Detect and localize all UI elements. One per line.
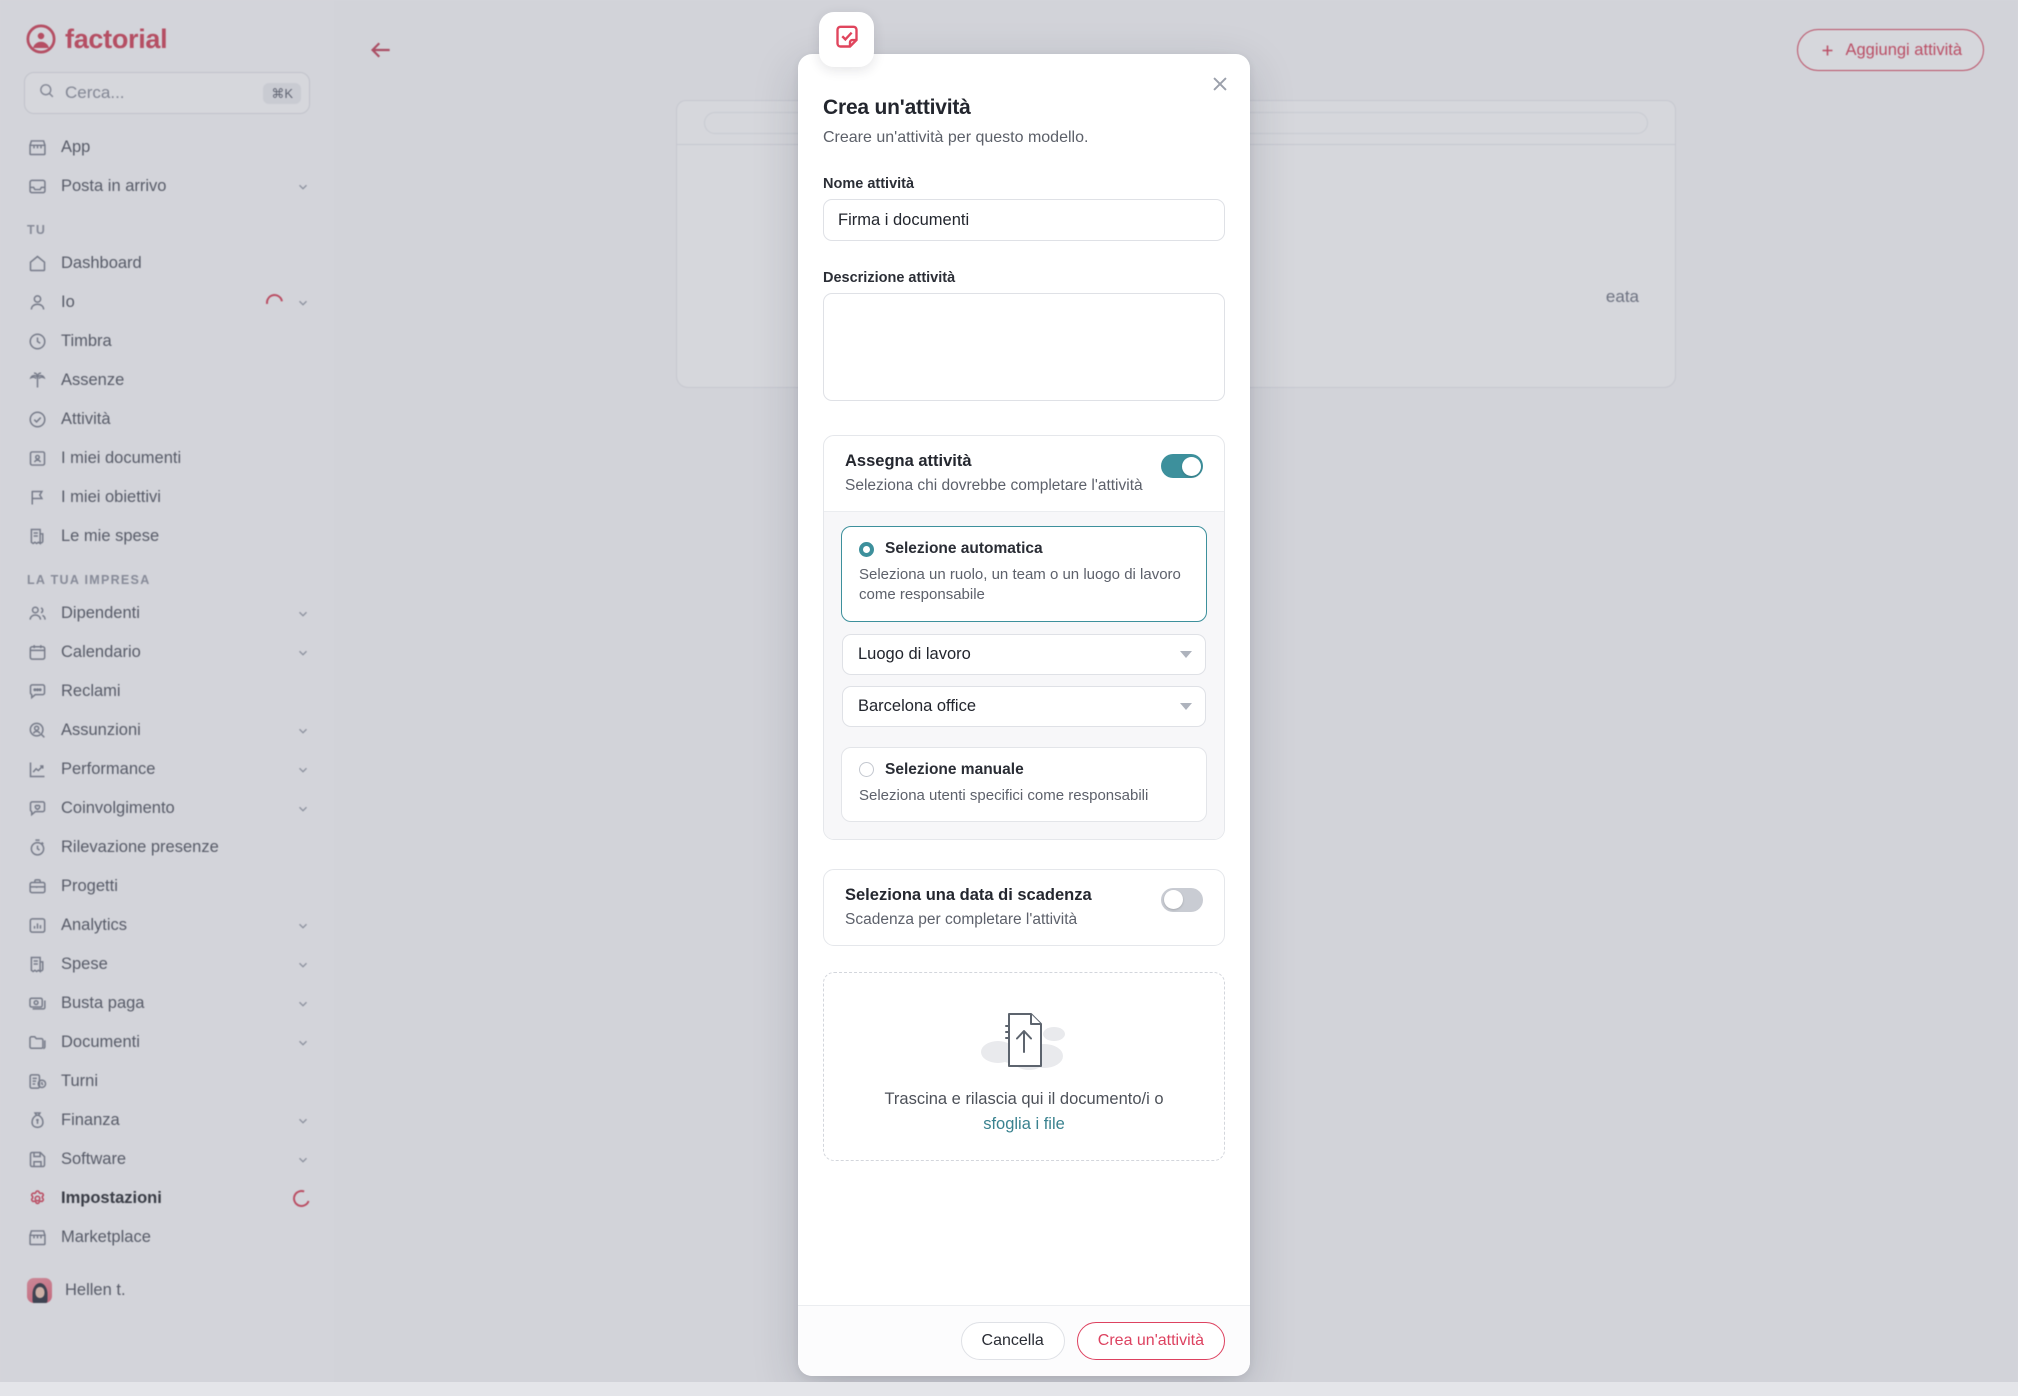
chevron-down-icon <box>1180 650 1192 658</box>
activity-name-input[interactable] <box>823 199 1225 241</box>
toggle-knob <box>1181 456 1201 476</box>
window-bottom-edge <box>0 1382 2018 1396</box>
option-selezione-automatica[interactable]: Selezione automatica Seleziona un ruolo,… <box>841 526 1207 622</box>
close-icon[interactable] <box>1207 71 1233 97</box>
upload-document-cloud-icon <box>844 1004 1204 1078</box>
assignee-type-value: Luogo di lavoro <box>858 644 971 663</box>
due-date-description: Scadenza per completare l'attività <box>845 910 1078 928</box>
assign-activity-options: Selezione automatica Seleziona un ruolo,… <box>824 511 1224 839</box>
create-activity-button[interactable]: Crea un'attività <box>1076 1322 1225 1360</box>
option-description: Seleziona utenti specifici come responsa… <box>859 786 1149 804</box>
option-title: Selezione automatica <box>885 540 1043 557</box>
modal-subtitle: Creare un'attività per questo modello. <box>823 129 1089 146</box>
dropzone-text: Trascina e rilascia qui il documento/i o <box>884 1089 1164 1108</box>
option-description: Seleziona un ruolo, un team o un luogo d… <box>859 566 1181 604</box>
workplace-value: Barcelona office <box>858 696 977 715</box>
radio-selezione-automatica[interactable] <box>859 541 874 557</box>
modal-body: Crea un'attività Creare un'attività per … <box>798 54 1250 1305</box>
task-note-check-icon <box>832 22 862 57</box>
due-date-card: Seleziona una data di scadenza Scadenza … <box>823 868 1225 946</box>
toggle-knob <box>1163 890 1183 910</box>
radio-selezione-manuale[interactable] <box>859 762 874 777</box>
workplace-select[interactable]: Barcelona office <box>842 685 1206 727</box>
activity-description-label: Descrizione attività <box>823 270 956 286</box>
due-date-toggle[interactable] <box>1161 887 1203 912</box>
activity-description-textarea[interactable] <box>823 293 1225 401</box>
assignee-selects: Luogo di lavoro Barcelona office <box>841 633 1207 727</box>
file-dropzone[interactable]: Trascina e rilascia qui il documento/i o… <box>823 971 1225 1161</box>
activity-name-label: Nome attività <box>823 176 915 192</box>
option-selezione-manuale[interactable]: Selezione manuale Seleziona utenti speci… <box>841 746 1207 822</box>
modal-layer: Crea un'attività Creare un'attività per … <box>0 0 2018 1396</box>
assign-activity-description: Seleziona chi dovrebbe completare l'atti… <box>845 477 1143 494</box>
assign-activity-title: Assegna attività <box>845 452 972 470</box>
due-date-title: Seleziona una data di scadenza <box>845 885 1092 904</box>
due-date-header: Seleziona una data di scadenza Scadenza … <box>824 870 1224 945</box>
option-title: Selezione manuale <box>885 760 1024 778</box>
assignee-type-select[interactable]: Luogo di lavoro <box>842 633 1206 675</box>
chevron-down-icon <box>1180 702 1192 710</box>
modal-title: Crea un'attività <box>823 96 971 119</box>
modal-badge <box>819 12 874 67</box>
browse-files-link[interactable]: sfoglia i file <box>983 1115 1065 1134</box>
assign-activity-header: Assegna attività Seleziona chi dovrebbe … <box>824 436 1224 511</box>
assign-activity-toggle[interactable] <box>1161 454 1203 478</box>
modal-footer: Cancella Crea un'attività <box>798 1305 1250 1376</box>
create-activity-modal: Crea un'attività Creare un'attività per … <box>798 54 1250 1376</box>
cancel-button[interactable]: Cancella <box>960 1322 1065 1360</box>
assign-activity-card: Assegna attività Seleziona chi dovrebbe … <box>823 435 1225 840</box>
